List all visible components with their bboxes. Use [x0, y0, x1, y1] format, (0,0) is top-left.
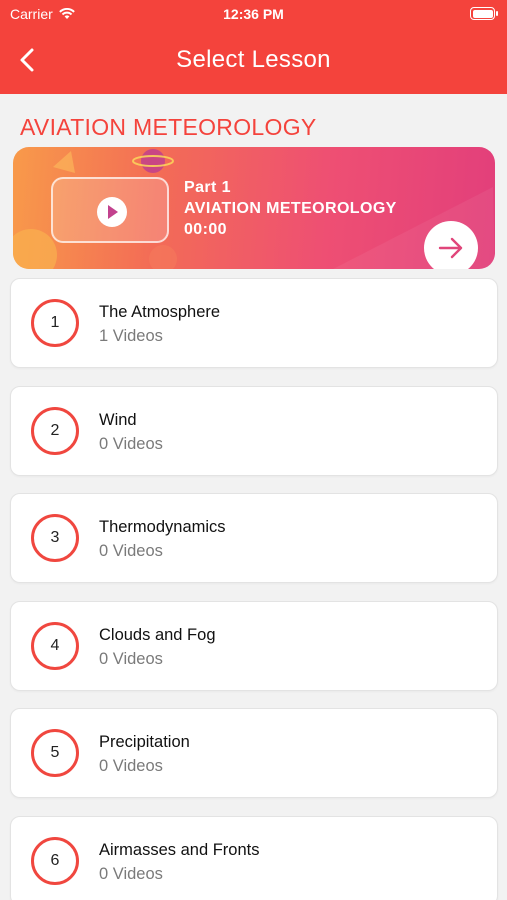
- page-title: Select Lesson: [176, 46, 331, 73]
- lesson-title: Airmasses and Fronts: [99, 840, 260, 859]
- banner-text: Part 1 AVIATION METEOROLOGY 00:00: [184, 177, 397, 240]
- lesson-item[interactable]: 3 Thermodynamics 0 Videos: [10, 493, 498, 583]
- app-screen: Carrier 12:36 PM Select Lesson AVIATION …: [0, 0, 507, 900]
- lesson-item[interactable]: 1 The Atmosphere 1 Videos: [10, 278, 498, 368]
- lesson-item[interactable]: 5 Precipitation 0 Videos: [10, 708, 498, 798]
- arrow-right-icon: [438, 237, 463, 259]
- video-thumbnail: [51, 177, 169, 243]
- lesson-video-count: 0 Videos: [99, 434, 163, 453]
- part-banner[interactable]: Part 1 AVIATION METEOROLOGY 00:00: [13, 147, 495, 269]
- lesson-title: Clouds and Fog: [99, 625, 216, 644]
- course-title: AVIATION METEOROLOGY: [20, 114, 317, 140]
- battery-icon: [470, 7, 498, 20]
- lesson-video-count: 1 Videos: [99, 327, 163, 345]
- lesson-video-count: 0 Videos: [99, 542, 163, 560]
- lesson-list: 1 The Atmosphere 1 Videos 2 Wind 0 Video…: [10, 278, 498, 900]
- lesson-number-badge: 2: [31, 406, 79, 455]
- status-bar: Carrier 12:36 PM: [0, 0, 507, 30]
- lesson-item[interactable]: 4 Clouds and Fog 0 Videos: [10, 600, 498, 691]
- start-part-button[interactable]: [424, 221, 478, 269]
- lesson-video-count: 0 Videos: [99, 757, 163, 775]
- lesson-title: Thermodynamics: [99, 518, 226, 536]
- lesson-number-badge: 4: [31, 621, 79, 670]
- lesson-item[interactable]: 6 Airmasses and Fronts 0 Videos: [10, 815, 498, 900]
- lesson-title: Precipitation: [99, 733, 190, 751]
- lesson-number-badge: 6: [31, 836, 79, 885]
- header: Carrier 12:36 PM Select Lesson: [0, 0, 507, 94]
- banner-part: Part 1: [184, 179, 231, 196]
- lesson-video-count: 0 Videos: [99, 864, 163, 883]
- banner-duration: 00:00: [184, 221, 227, 238]
- lesson-item[interactable]: 2 Wind 0 Videos: [10, 385, 498, 476]
- lesson-title: The Atmosphere: [99, 303, 221, 321]
- banner-title: AVIATION METEOROLOGY: [184, 200, 397, 217]
- nav-bar: Select Lesson: [0, 30, 507, 94]
- status-time: 12:36 PM: [223, 6, 284, 22]
- play-icon: [97, 197, 127, 227]
- lesson-number-badge: 5: [31, 729, 79, 777]
- lesson-video-count: 0 Videos: [99, 649, 163, 668]
- lesson-number-badge: 1: [31, 299, 79, 347]
- lesson-number-badge: 3: [31, 514, 79, 562]
- lesson-title: Wind: [99, 410, 137, 429]
